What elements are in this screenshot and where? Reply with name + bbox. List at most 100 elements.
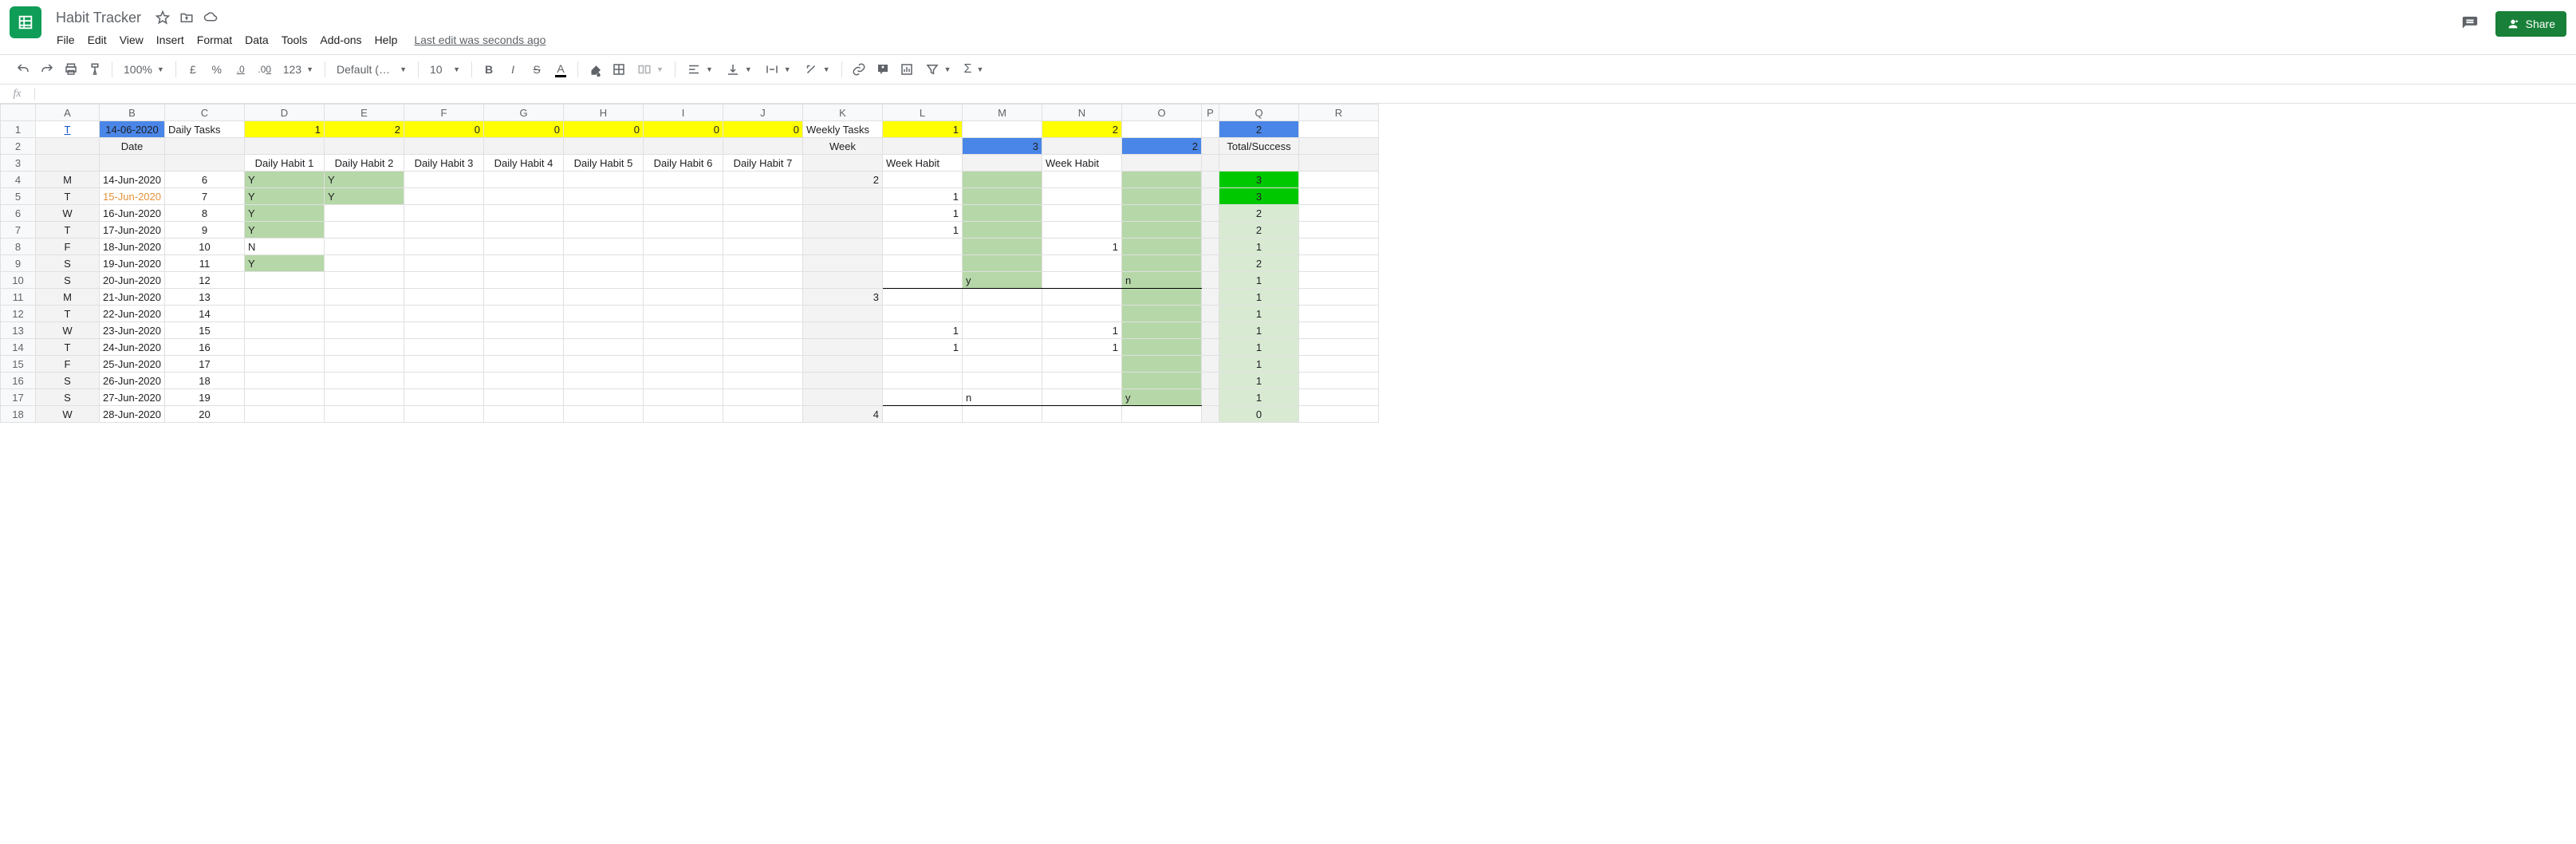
cell-R9[interactable] [1299, 255, 1379, 272]
row-header-7[interactable]: 7 [1, 222, 36, 239]
cell-Q15[interactable]: 1 [1219, 356, 1299, 373]
cell-K14[interactable] [803, 339, 883, 356]
cell-A7[interactable]: T [36, 222, 100, 239]
menu-file[interactable]: File [51, 30, 81, 49]
cell-Q9[interactable]: 2 [1219, 255, 1299, 272]
text-rotation-button[interactable]: ▼ [799, 61, 835, 78]
cell-F3[interactable]: Daily Habit 3 [404, 155, 484, 172]
cell-F2[interactable] [404, 138, 484, 155]
cell-D17[interactable] [245, 389, 325, 406]
cell-Q13[interactable]: 1 [1219, 322, 1299, 339]
cell-I4[interactable] [644, 172, 723, 188]
cell-H5[interactable] [564, 188, 644, 205]
menu-addons[interactable]: Add-ons [314, 30, 367, 49]
cell-Q2[interactable]: Total/Success [1219, 138, 1299, 155]
cell-P1[interactable] [1202, 121, 1219, 138]
cell-R5[interactable] [1299, 188, 1379, 205]
cell-K8[interactable] [803, 239, 883, 255]
cell-E14[interactable] [325, 339, 404, 356]
cell-N1[interactable]: 2 [1042, 121, 1122, 138]
cell-N17[interactable] [1042, 389, 1122, 406]
cell-H13[interactable] [564, 322, 644, 339]
cell-L3[interactable]: Week Habit [883, 155, 963, 172]
cell-R11[interactable] [1299, 289, 1379, 306]
row-header-11[interactable]: 11 [1, 289, 36, 306]
cell-F10[interactable] [404, 272, 484, 289]
cell-G9[interactable] [484, 255, 564, 272]
cell-M14[interactable] [963, 339, 1042, 356]
cell-C7[interactable]: 9 [165, 222, 245, 239]
comments-icon[interactable] [2457, 11, 2483, 37]
cell-B17[interactable]: 27-Jun-2020 [100, 389, 165, 406]
cell-H14[interactable] [564, 339, 644, 356]
cell-J4[interactable] [723, 172, 803, 188]
cell-A2[interactable] [36, 138, 100, 155]
increase-decimal-button[interactable]: .00 [254, 59, 275, 80]
cell-O17[interactable]: y [1122, 389, 1202, 406]
cell-E4[interactable]: Y [325, 172, 404, 188]
col-header-J[interactable]: J [723, 105, 803, 121]
cell-M16[interactable] [963, 373, 1042, 389]
currency-button[interactable]: £ [183, 59, 203, 80]
cell-A4[interactable]: M [36, 172, 100, 188]
cell-B7[interactable]: 17-Jun-2020 [100, 222, 165, 239]
cell-C11[interactable]: 13 [165, 289, 245, 306]
cell-A8[interactable]: F [36, 239, 100, 255]
cell-K1[interactable]: Weekly Tasks [803, 121, 883, 138]
cell-Q3[interactable] [1219, 155, 1299, 172]
cell-F14[interactable] [404, 339, 484, 356]
cell-M8[interactable] [963, 239, 1042, 255]
cell-D4[interactable]: Y [245, 172, 325, 188]
cell-J1[interactable]: 0 [723, 121, 803, 138]
cell-B16[interactable]: 26-Jun-2020 [100, 373, 165, 389]
cell-M4[interactable] [963, 172, 1042, 188]
strikethrough-button[interactable]: S [526, 59, 547, 80]
borders-button[interactable] [609, 59, 629, 80]
cell-N6[interactable] [1042, 205, 1122, 222]
cell-F8[interactable] [404, 239, 484, 255]
cell-C9[interactable]: 11 [165, 255, 245, 272]
insert-link-button[interactable] [849, 59, 869, 80]
row-header-17[interactable]: 17 [1, 389, 36, 406]
col-header-N[interactable]: N [1042, 105, 1122, 121]
cell-O15[interactable] [1122, 356, 1202, 373]
cell-E8[interactable] [325, 239, 404, 255]
cell-F5[interactable] [404, 188, 484, 205]
cell-M5[interactable] [963, 188, 1042, 205]
cell-D16[interactable] [245, 373, 325, 389]
cell-J3[interactable]: Daily Habit 7 [723, 155, 803, 172]
row-header-13[interactable]: 13 [1, 322, 36, 339]
vertical-align-button[interactable]: ▼ [721, 61, 757, 78]
cell-J14[interactable] [723, 339, 803, 356]
cell-N10[interactable] [1042, 272, 1122, 289]
row-header-9[interactable]: 9 [1, 255, 36, 272]
cell-E13[interactable] [325, 322, 404, 339]
cell-N2[interactable] [1042, 138, 1122, 155]
cell-O2[interactable]: 2 [1122, 138, 1202, 155]
cell-A13[interactable]: W [36, 322, 100, 339]
cell-K4[interactable]: 2 [803, 172, 883, 188]
cell-J13[interactable] [723, 322, 803, 339]
cell-I13[interactable] [644, 322, 723, 339]
cell-K16[interactable] [803, 373, 883, 389]
cell-H16[interactable] [564, 373, 644, 389]
cell-M18[interactable] [963, 406, 1042, 423]
cell-C10[interactable]: 12 [165, 272, 245, 289]
cell-N9[interactable] [1042, 255, 1122, 272]
cell-E16[interactable] [325, 373, 404, 389]
col-header-E[interactable]: E [325, 105, 404, 121]
cell-F18[interactable] [404, 406, 484, 423]
cell-C8[interactable]: 10 [165, 239, 245, 255]
cell-D5[interactable]: Y [245, 188, 325, 205]
doc-title[interactable]: Habit Tracker [51, 8, 146, 28]
cell-R1[interactable] [1299, 121, 1379, 138]
cell-B1[interactable]: 14-06-2020 [100, 121, 165, 138]
cell-Q17[interactable]: 1 [1219, 389, 1299, 406]
cell-G18[interactable] [484, 406, 564, 423]
cell-I16[interactable] [644, 373, 723, 389]
col-header-O[interactable]: O [1122, 105, 1202, 121]
cell-I6[interactable] [644, 205, 723, 222]
cell-C13[interactable]: 15 [165, 322, 245, 339]
cell-R15[interactable] [1299, 356, 1379, 373]
cell-P6[interactable] [1202, 205, 1219, 222]
